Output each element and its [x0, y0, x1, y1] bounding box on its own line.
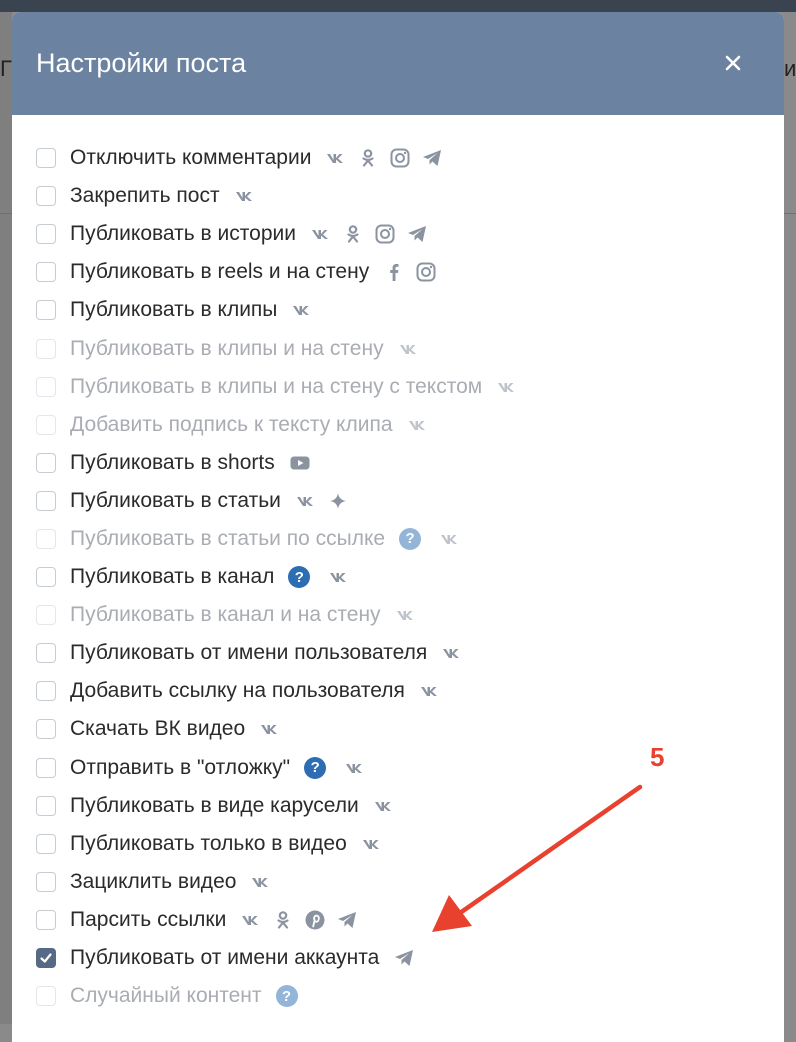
annotation-arrow: [432, 784, 643, 932]
